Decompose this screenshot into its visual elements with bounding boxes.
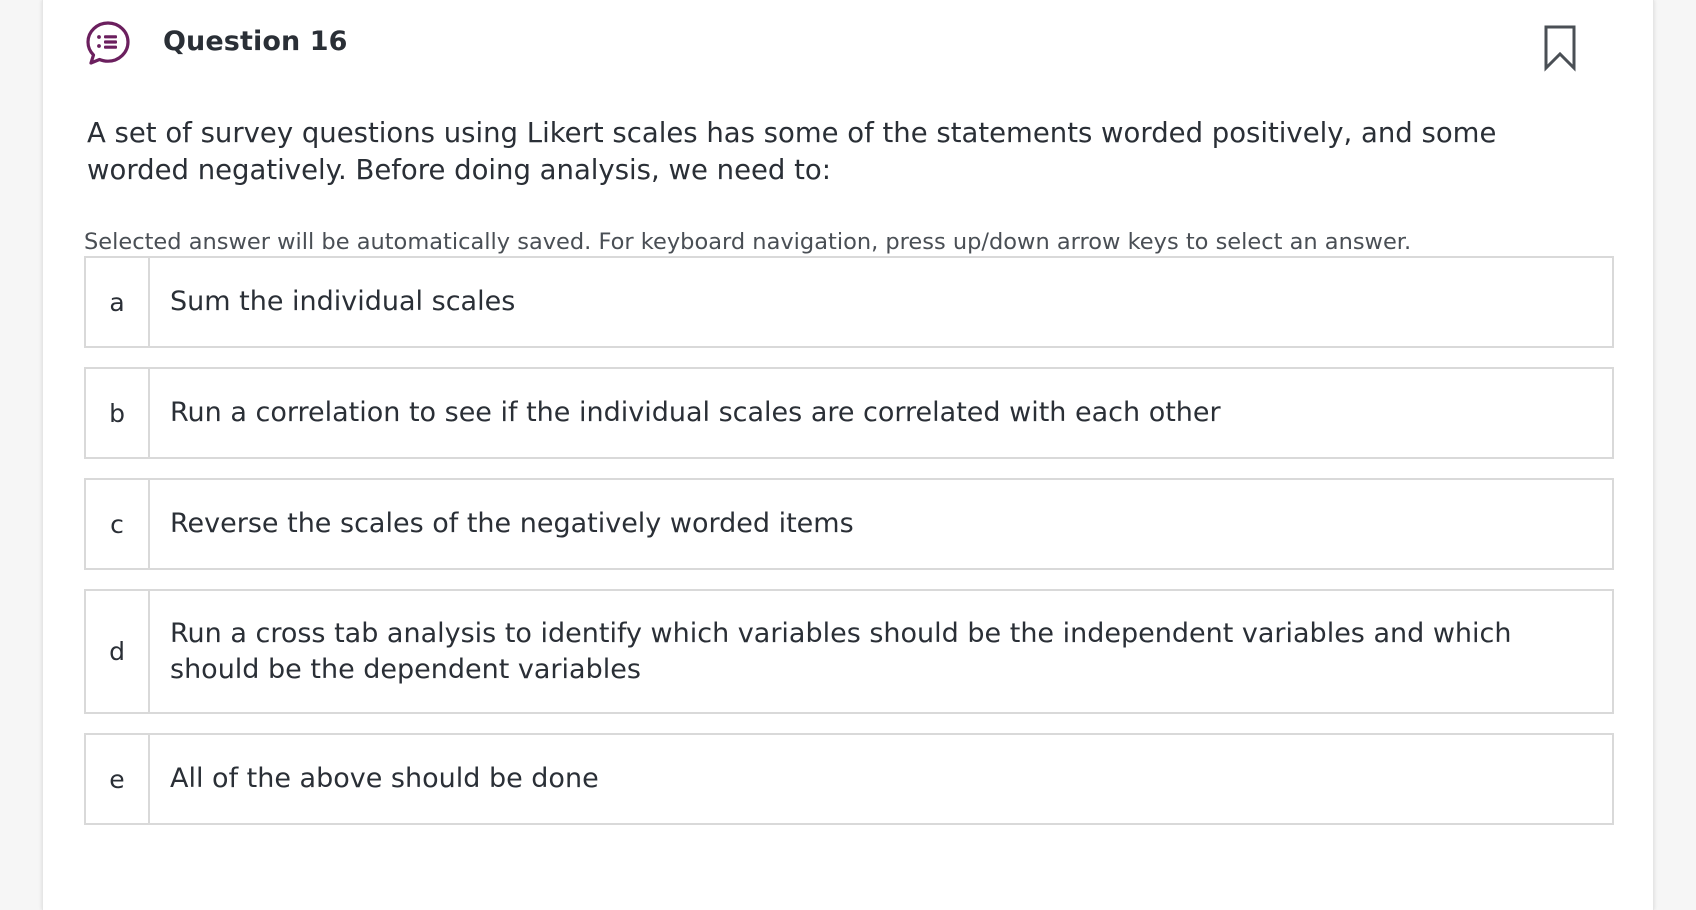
option-text: Sum the individual scales xyxy=(170,286,516,317)
option-text: Run a correlation to see if the individu… xyxy=(170,397,1221,428)
answer-instructions: Selected answer will be automatically sa… xyxy=(84,229,1412,255)
answer-option-b[interactable]: b Run a correlation to see if the indivi… xyxy=(84,367,1614,459)
option-text: Reverse the scales of the negatively wor… xyxy=(170,508,854,539)
question-title: Question 16 xyxy=(163,26,348,57)
bookmark-icon[interactable] xyxy=(1543,24,1577,72)
answer-option-c[interactable]: c Reverse the scales of the negatively w… xyxy=(84,478,1614,570)
option-text: All of the above should be done xyxy=(170,763,599,794)
answer-option-e[interactable]: e All of the above should be done xyxy=(84,733,1614,825)
option-letter: a xyxy=(86,258,150,346)
option-letter: b xyxy=(86,369,150,457)
answer-option-a[interactable]: a Sum the individual scales xyxy=(84,256,1614,348)
speech-bubble-list-icon xyxy=(86,21,130,65)
question-prompt: A set of survey questions using Likert s… xyxy=(87,117,1497,186)
answer-option-d[interactable]: d Run a cross tab analysis to identify w… xyxy=(84,589,1614,714)
option-letter: e xyxy=(86,735,150,823)
option-letter: c xyxy=(86,480,150,568)
question-card: Question 16 A set of survey questions us… xyxy=(42,0,1654,910)
option-letter: d xyxy=(86,591,150,712)
option-text: Run a cross tab analysis to identify whi… xyxy=(170,617,1512,685)
